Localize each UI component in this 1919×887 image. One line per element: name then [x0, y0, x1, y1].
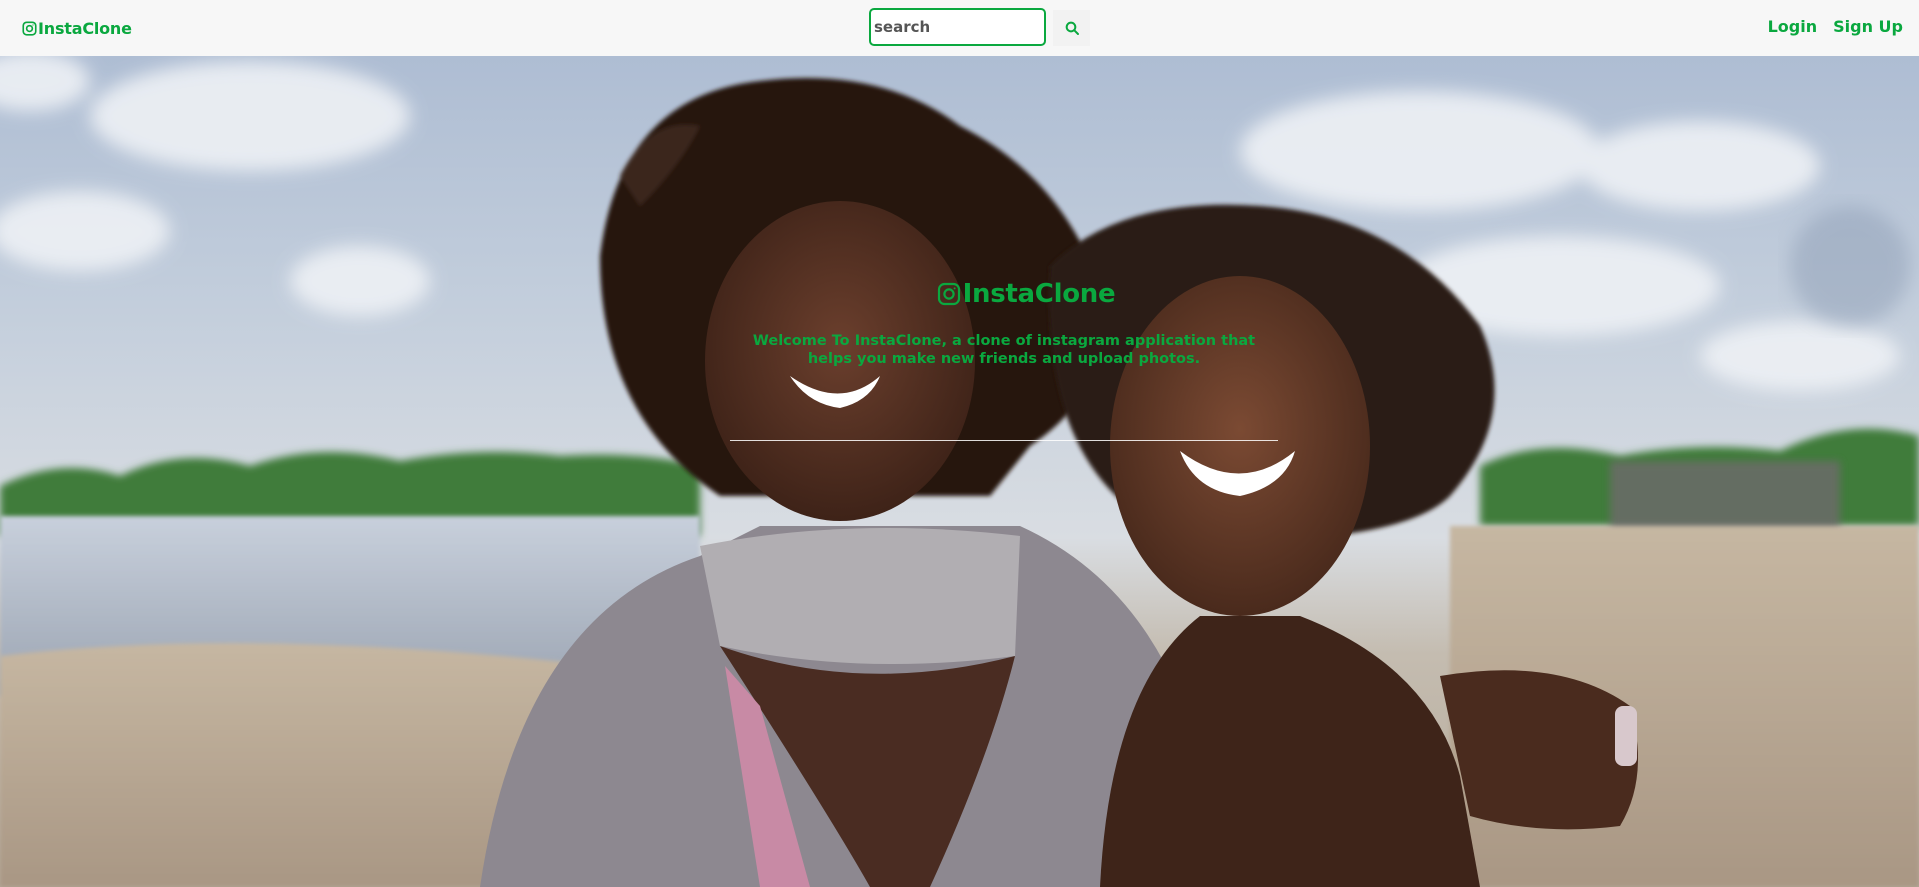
- hero-subtitle: Welcome To InstaClone, a clone of instag…: [752, 333, 1256, 367]
- hero-background-photo: [0, 56, 1919, 887]
- brand-link[interactable]: InstaClone: [22, 17, 132, 39]
- search-input[interactable]: [869, 8, 1046, 46]
- hero-title: InstaClone: [0, 279, 1919, 309]
- search-button[interactable]: [1053, 10, 1090, 46]
- brand-name: InstaClone: [38, 18, 132, 38]
- instagram-icon: [22, 20, 37, 36]
- hero-title-text: InstaClone: [962, 279, 1116, 309]
- hero-divider: [730, 440, 1278, 441]
- search-icon: [1065, 21, 1079, 35]
- nav-links: Login Sign Up: [1768, 17, 1903, 36]
- navbar: InstaClone Login Sign Up: [0, 0, 1919, 56]
- instagram-icon: [937, 282, 960, 306]
- login-link[interactable]: Login: [1768, 17, 1818, 36]
- hero-section: InstaClone Welcome To InstaClone, a clon…: [0, 56, 1919, 887]
- signup-link[interactable]: Sign Up: [1833, 17, 1903, 36]
